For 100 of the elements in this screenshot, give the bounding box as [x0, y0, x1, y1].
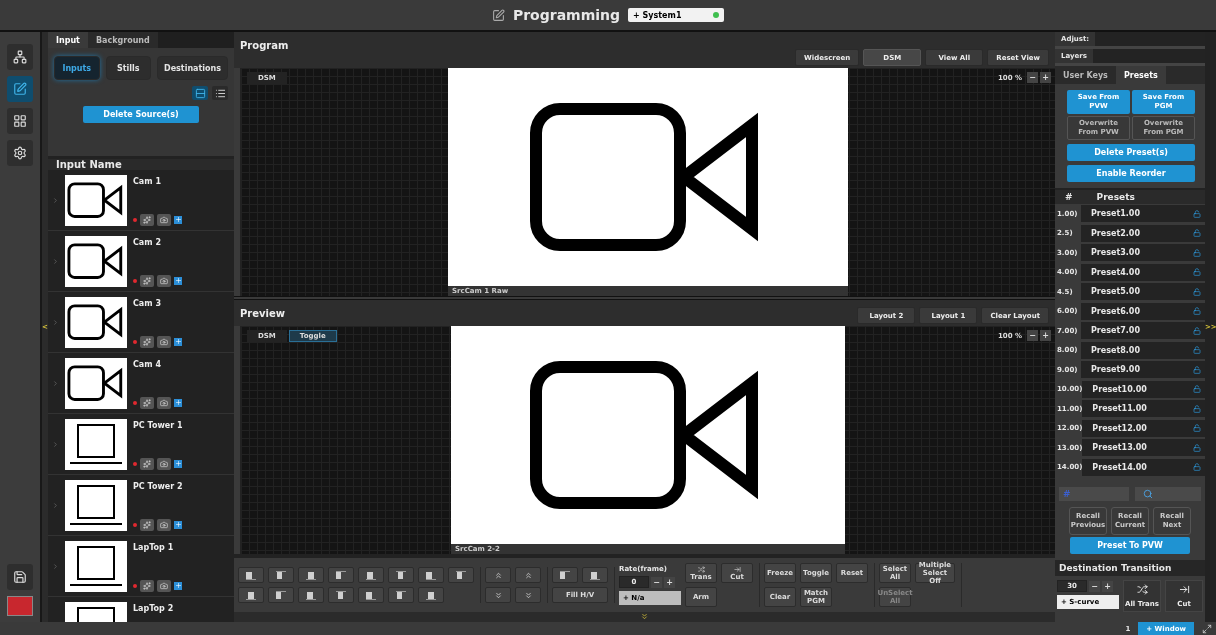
- input-item[interactable]: PC Tower 1: [48, 414, 234, 475]
- unlock-icon[interactable]: [1193, 346, 1201, 355]
- panel-tab[interactable]: Background: [87, 32, 158, 48]
- sparkle-icon[interactable]: [140, 335, 154, 348]
- camera-icon[interactable]: [157, 396, 171, 409]
- preset-item[interactable]: Preset8.00: [1081, 341, 1205, 359]
- preset-item[interactable]: Preset12.00: [1082, 419, 1205, 437]
- zoom-in-button[interactable]: +: [1040, 330, 1051, 341]
- unlock-icon[interactable]: [1193, 326, 1201, 335]
- align-button[interactable]: [358, 587, 384, 603]
- fill-horizontal-button[interactable]: [552, 567, 578, 583]
- input-item[interactable]: PC Tower 2: [48, 475, 234, 536]
- camera-icon[interactable]: [157, 335, 171, 348]
- align-button[interactable]: [328, 587, 354, 603]
- plus-icon[interactable]: [174, 581, 182, 590]
- plus-icon[interactable]: [174, 459, 182, 468]
- preset-item[interactable]: Preset3.00: [1081, 244, 1205, 262]
- panel-tab[interactable]: Input: [48, 32, 88, 48]
- unlock-icon[interactable]: [1193, 365, 1201, 374]
- plus-icon[interactable]: [174, 337, 182, 346]
- unlock-icon[interactable]: [1193, 463, 1201, 472]
- align-button[interactable]: [358, 567, 384, 583]
- align-button[interactable]: [388, 567, 414, 583]
- align-button[interactable]: [298, 567, 324, 583]
- edit-icon[interactable]: [7, 76, 33, 102]
- list-view-icon[interactable]: [212, 86, 228, 100]
- input-item[interactable]: LapTop 2: [48, 597, 234, 622]
- zoom-out-button[interactable]: −: [1027, 72, 1038, 83]
- source-tab[interactable]: Destinations: [157, 56, 228, 80]
- align-button[interactable]: [388, 587, 414, 603]
- zoom-out-button[interactable]: −: [1027, 330, 1038, 341]
- align-button[interactable]: [268, 567, 294, 583]
- unlock-icon[interactable]: [1193, 268, 1201, 277]
- preset-item[interactable]: Preset1.00: [1081, 205, 1205, 223]
- move-button[interactable]: [515, 567, 541, 583]
- preset-item[interactable]: Preset9.00: [1081, 361, 1205, 379]
- preset-item[interactable]: Preset13.00: [1082, 439, 1205, 457]
- preset-item[interactable]: Preset11.00: [1082, 400, 1205, 418]
- camera-icon[interactable]: [157, 213, 171, 226]
- align-button[interactable]: [418, 567, 444, 583]
- preset-item[interactable]: Preset2.00: [1081, 224, 1205, 242]
- preset-item[interactable]: Preset7.00: [1081, 322, 1205, 340]
- minus-button[interactable]: −: [1089, 580, 1100, 592]
- camera-icon[interactable]: [157, 457, 171, 470]
- plus-icon[interactable]: [174, 520, 182, 529]
- system-selector[interactable]: + System1: [628, 8, 725, 22]
- rate-plus-button[interactable]: +: [664, 576, 675, 588]
- preset-item[interactable]: Preset5.00: [1081, 283, 1205, 301]
- sparkle-icon[interactable]: [140, 457, 154, 470]
- tile-view-icon[interactable]: [192, 86, 208, 100]
- preset-item[interactable]: Preset4.00: [1081, 263, 1205, 281]
- sparkle-icon[interactable]: [140, 396, 154, 409]
- preset-item[interactable]: Preset10.00: [1082, 380, 1205, 398]
- plus-icon[interactable]: [174, 276, 182, 285]
- unlock-icon[interactable]: [1193, 404, 1201, 413]
- panel-tab[interactable]: Presets: [1115, 66, 1166, 84]
- search-field[interactable]: [1135, 487, 1201, 501]
- unlock-icon[interactable]: [1193, 229, 1201, 238]
- input-item[interactable]: Cam 2: [48, 231, 234, 292]
- plus-icon[interactable]: [174, 215, 182, 224]
- network-icon[interactable]: [7, 44, 33, 70]
- sparkle-icon[interactable]: [140, 213, 154, 226]
- number-field[interactable]: #: [1059, 487, 1129, 501]
- move-button[interactable]: [515, 587, 541, 603]
- unlock-icon[interactable]: [1193, 307, 1201, 316]
- fill-vertical-button[interactable]: [582, 567, 608, 583]
- camera-icon[interactable]: [157, 579, 171, 592]
- camera-icon[interactable]: [157, 518, 171, 531]
- unlock-icon[interactable]: [1193, 424, 1201, 433]
- camera-icon[interactable]: [157, 274, 171, 287]
- source-tab[interactable]: Stills: [105, 56, 151, 80]
- align-button[interactable]: [298, 587, 324, 603]
- rate-minus-button[interactable]: −: [651, 576, 662, 588]
- move-button[interactable]: [485, 587, 511, 603]
- sparkle-icon[interactable]: [140, 274, 154, 287]
- grid-icon[interactable]: [7, 108, 33, 134]
- input-item[interactable]: Cam 1: [48, 170, 234, 231]
- align-button[interactable]: [238, 567, 264, 583]
- input-item[interactable]: LapTop 1: [48, 536, 234, 597]
- unlock-icon[interactable]: [1193, 443, 1201, 452]
- plus-icon[interactable]: [174, 398, 182, 407]
- preset-item[interactable]: Preset14.00: [1082, 458, 1205, 476]
- settings-icon[interactable]: [7, 140, 33, 166]
- zoom-in-button[interactable]: +: [1040, 72, 1051, 83]
- save-icon[interactable]: [7, 564, 33, 590]
- unlock-icon[interactable]: [1193, 209, 1201, 218]
- align-button[interactable]: [238, 587, 264, 603]
- sparkle-icon[interactable]: [140, 579, 154, 592]
- unlock-icon[interactable]: [1193, 287, 1201, 296]
- fullscreen-icon[interactable]: [1202, 623, 1212, 634]
- align-button[interactable]: [418, 587, 444, 603]
- plus-button[interactable]: +: [1102, 580, 1113, 592]
- align-button[interactable]: [448, 567, 474, 583]
- unlock-icon[interactable]: [1193, 385, 1201, 394]
- align-button[interactable]: [268, 587, 294, 603]
- sparkle-icon[interactable]: [140, 518, 154, 531]
- move-button[interactable]: [485, 567, 511, 583]
- source-tab[interactable]: Inputs: [54, 56, 100, 80]
- preset-item[interactable]: Preset6.00: [1081, 302, 1205, 320]
- input-item[interactable]: Cam 4: [48, 353, 234, 414]
